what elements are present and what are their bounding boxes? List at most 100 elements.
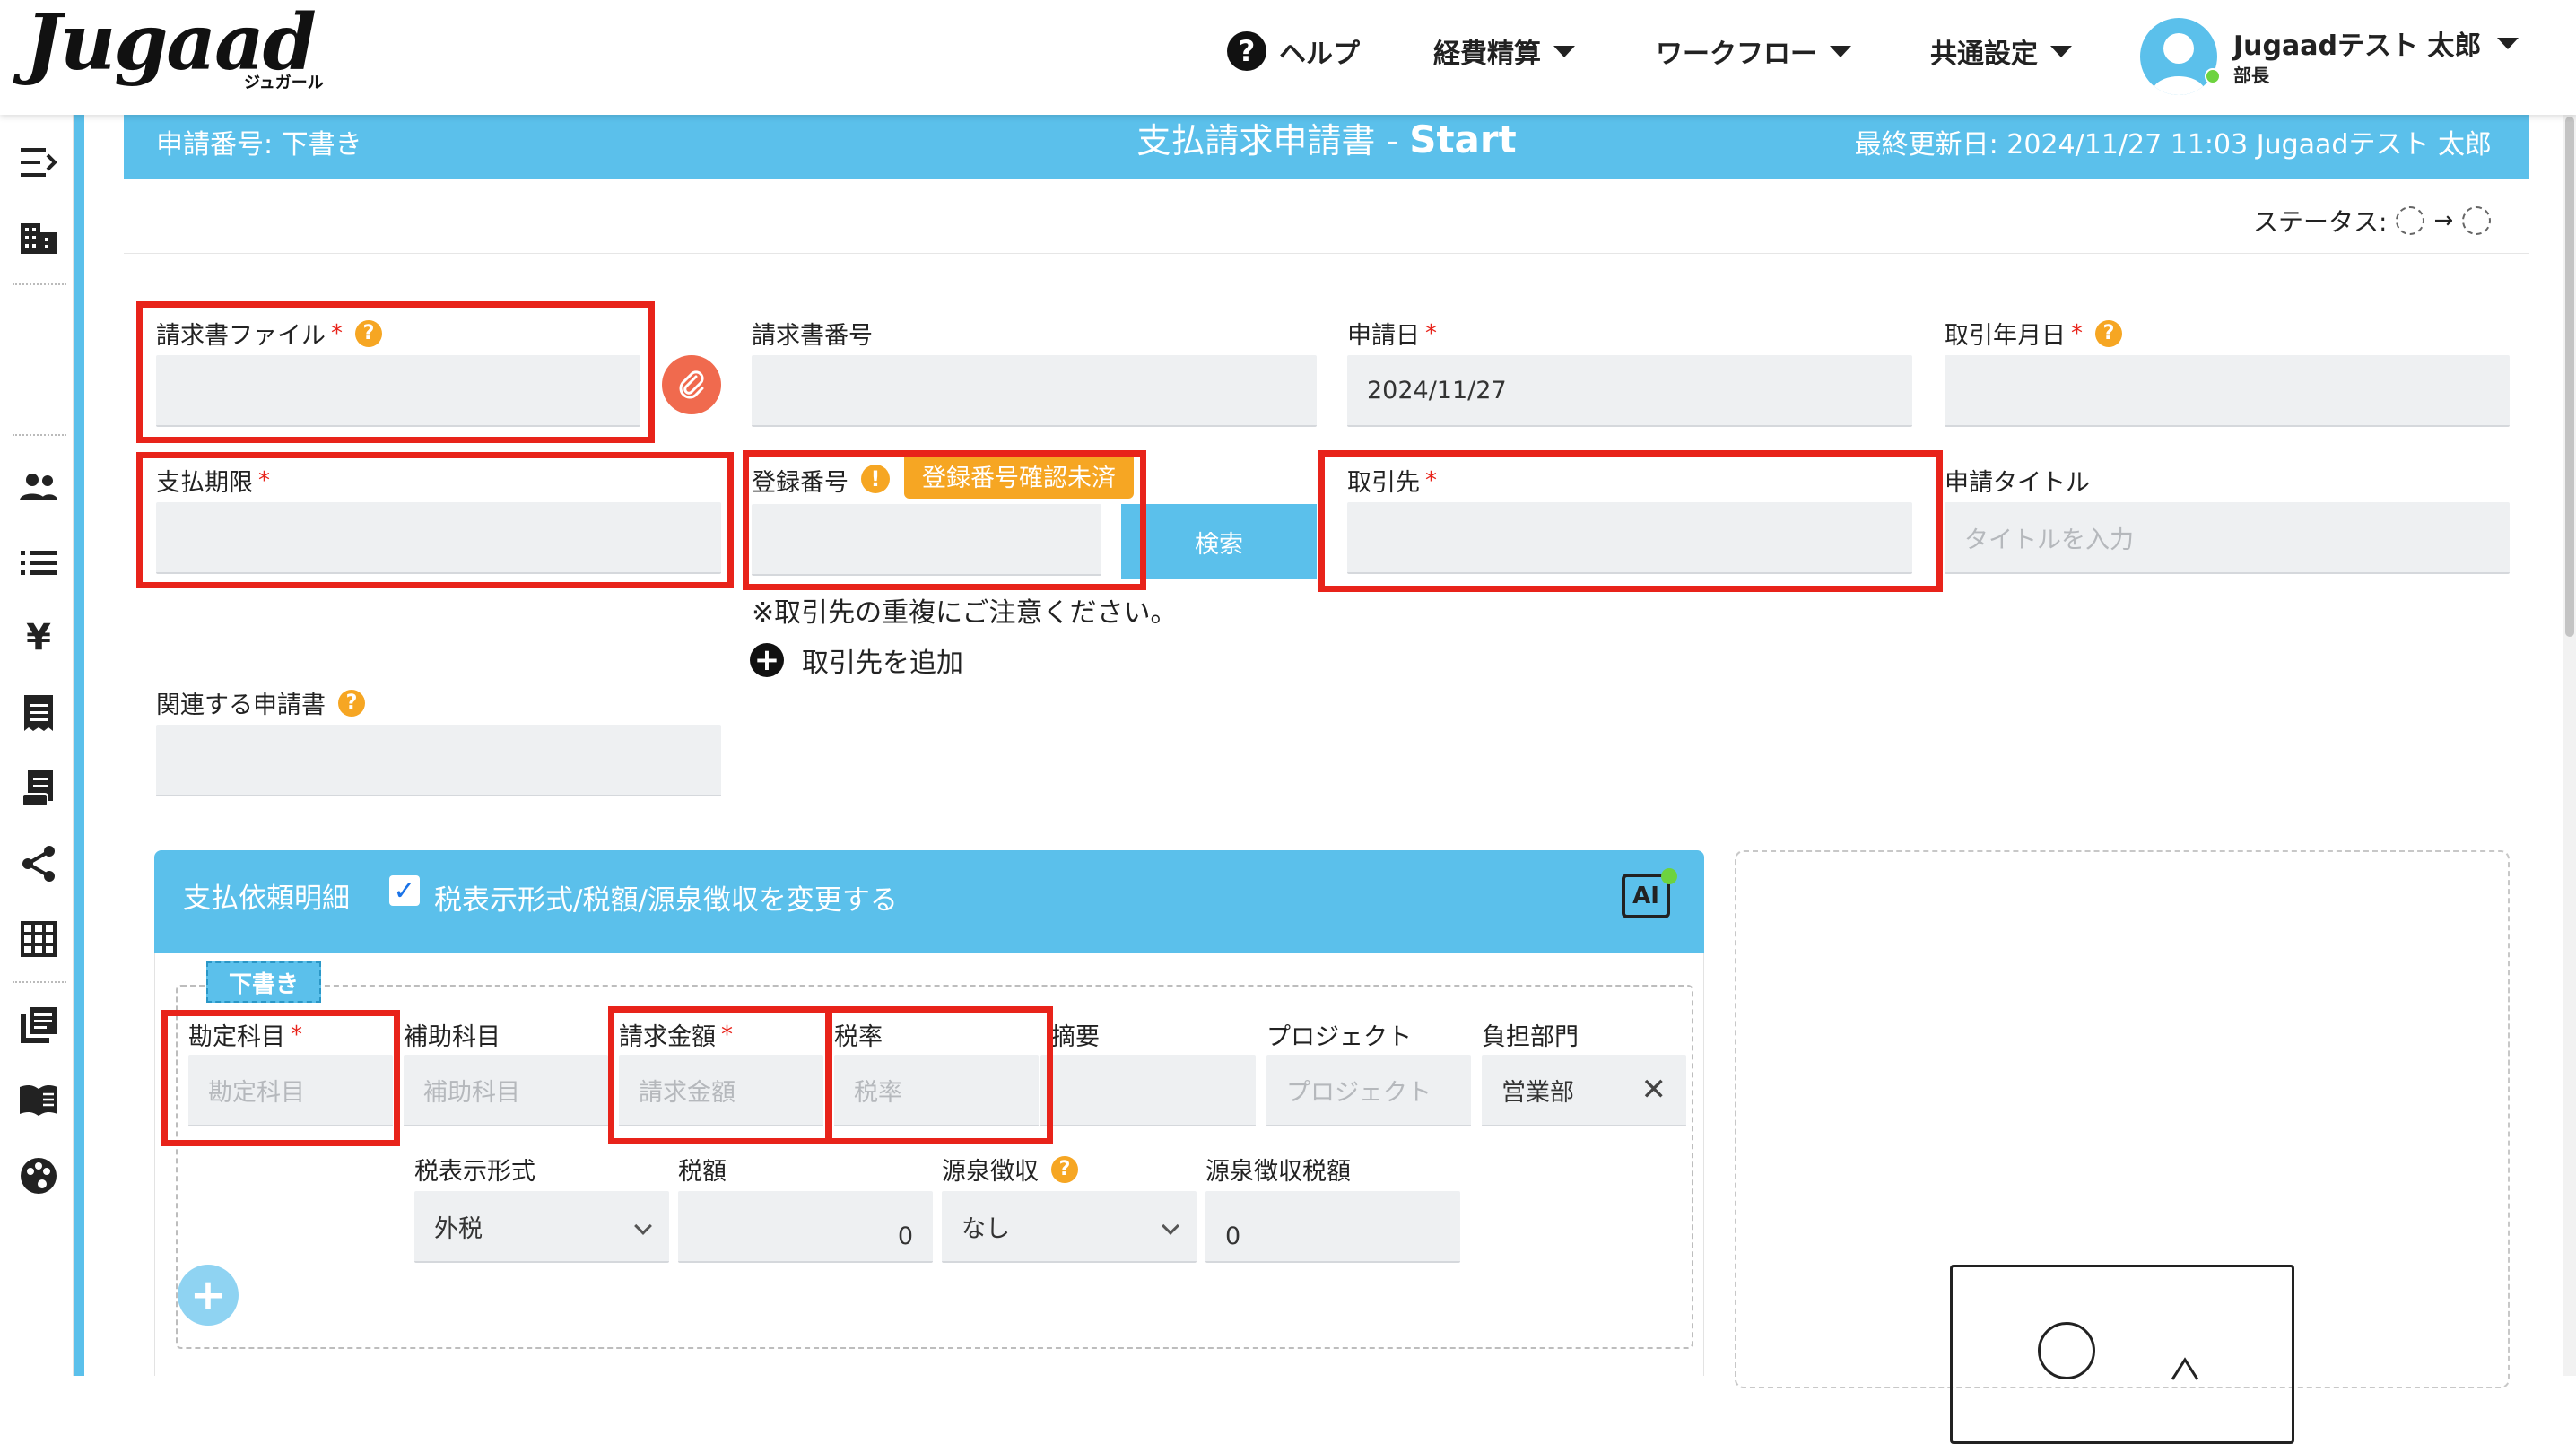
status-to-icon <box>2462 206 2492 235</box>
user-menu[interactable]: Jugaadテスト 太郎 <box>2233 23 2519 63</box>
yen-icon[interactable]: ¥ <box>16 615 61 660</box>
application-date-label-text: 申請日 <box>1347 322 1420 350</box>
receipt-icon[interactable] <box>16 691 61 735</box>
withholding-label: 源泉徴収 ? <box>942 1152 1078 1187</box>
app-logo-subtitle: ジュガール <box>244 74 324 92</box>
grid-icon[interactable] <box>16 917 61 961</box>
help-link[interactable]: ? ヘルプ <box>1227 30 1360 72</box>
help-icon: ? <box>1227 31 1266 71</box>
search-button[interactable]: 検索 <box>1121 504 1317 579</box>
book-icon[interactable] <box>16 1078 61 1123</box>
help-question-icon[interactable]: ? <box>338 689 365 717</box>
summary-input[interactable] <box>1040 1055 1256 1126</box>
paperclip-icon[interactable] <box>662 355 721 414</box>
help-question-icon[interactable]: ? <box>1051 1155 1078 1183</box>
department-input[interactable]: 営業部 ✕ <box>1482 1055 1686 1126</box>
required-mark: * <box>2071 319 2083 347</box>
user-silhouette-icon <box>2151 33 2206 95</box>
application-date-input[interactable]: 2024/11/27 <box>1347 355 1912 427</box>
chevron-down-icon <box>2050 45 2072 57</box>
invoice-number-input[interactable] <box>752 355 1317 427</box>
share-icon[interactable] <box>16 841 61 886</box>
highlight-box <box>608 1006 832 1144</box>
palette-icon[interactable] <box>16 1153 61 1198</box>
user-name: Jugaadテスト 太郎 <box>2233 30 2482 62</box>
add-vendor-link[interactable]: + 取引先を追加 <box>750 640 963 680</box>
add-vendor-label: 取引先を追加 <box>802 648 963 679</box>
payment-detail-title: 支払依頼明細 <box>183 883 350 915</box>
tax-display-select[interactable]: 外税 <box>414 1191 669 1263</box>
nav-workflow[interactable]: ワークフロー <box>1656 30 1851 72</box>
department-value: 営業部 <box>1501 1078 1574 1107</box>
ai-status-dot <box>1661 868 1677 884</box>
people-icon[interactable] <box>16 465 61 509</box>
nav-workflow-label: ワークフロー <box>1656 39 1817 70</box>
library-icon[interactable] <box>16 1003 61 1048</box>
withholding-amount-label: 源泉徴収税額 <box>1205 1158 1351 1186</box>
chevron-down-icon <box>634 1217 652 1235</box>
status-from-icon <box>2396 206 2425 235</box>
list-icon[interactable] <box>16 540 61 585</box>
withholding-amount-input[interactable]: 0 <box>1205 1191 1460 1263</box>
tax-change-checkbox-label[interactable]: 税表示形式/税額/源泉徴収を変更する <box>434 877 898 918</box>
highlight-box <box>136 301 655 443</box>
status-indicator: ステータス: → <box>2253 203 2492 239</box>
add-row-button[interactable]: + <box>178 1265 239 1326</box>
sub-account-placeholder: 補助科目 <box>423 1078 520 1107</box>
sidebar-divider <box>13 981 66 983</box>
image-placeholder-sun <box>2038 1322 2095 1379</box>
project-placeholder: プロジェクト <box>1286 1078 1432 1107</box>
summary-label: 摘要 <box>1051 1023 1100 1051</box>
help-label: ヘルプ <box>1279 39 1360 70</box>
payment-detail-header: 支払依頼明細 ✓ 税表示形式/税額/源泉徴収を変更する AI <box>154 850 1704 953</box>
building-icon[interactable] <box>16 215 61 260</box>
draft-tag: 下書き <box>206 961 321 1003</box>
online-status-dot <box>2205 68 2221 84</box>
collapse-menu-icon[interactable] <box>16 140 61 185</box>
related-applications-label: 関連する申請書 ? <box>156 685 365 720</box>
tax-amount-input[interactable]: 0 <box>678 1191 933 1263</box>
withholding-label-text: 源泉徴収 <box>942 1158 1039 1186</box>
invoice-icon[interactable] <box>16 766 61 811</box>
chevron-down-icon <box>1830 45 1851 57</box>
page-title-text: 支払請求申請書 - <box>1136 121 1399 161</box>
related-applications-input[interactable] <box>156 725 721 796</box>
divider <box>124 253 2529 254</box>
nav-expense[interactable]: 経費精算 <box>1433 30 1575 72</box>
image-placeholder-mountain <box>2171 1357 2199 1380</box>
top-header: Jugaad ジュガール ? ヘルプ 経費精算 ワークフロー 共通設定 Juga… <box>0 0 2576 115</box>
highlight-box <box>1318 450 1943 592</box>
project-input[interactable]: プロジェクト <box>1266 1055 1471 1126</box>
page-title-step: Start <box>1409 117 1517 161</box>
tax-display-label: 税表示形式 <box>414 1158 535 1186</box>
nav-settings[interactable]: 共通設定 <box>1930 30 2072 72</box>
invoice-number-label: 請求書番号 <box>752 322 873 350</box>
form-title-bar: 申請番号: 下書き 支払請求申請書 - Start 最終更新日: 2024/11… <box>124 104 2529 179</box>
sidebar-accent-bar <box>74 115 84 1376</box>
avatar[interactable] <box>2140 18 2217 95</box>
clear-icon[interactable]: ✕ <box>1641 1072 1667 1108</box>
highlight-box <box>743 450 1146 590</box>
highlight-box <box>161 1010 400 1146</box>
tax-display-value: 外税 <box>434 1214 483 1243</box>
withholding-select[interactable]: なし <box>942 1191 1197 1263</box>
request-title-label: 申請タイトル <box>1945 469 2090 497</box>
request-title-input[interactable]: タイトルを入力 <box>1945 502 2510 574</box>
highlight-box <box>136 452 734 588</box>
chevron-down-icon <box>1553 45 1575 57</box>
transaction-date-label: 取引年月日 * ? <box>1945 316 2122 351</box>
transaction-date-input[interactable] <box>1945 355 2510 427</box>
highlight-box <box>825 1006 1053 1144</box>
tax-change-checkbox[interactable]: ✓ <box>389 875 420 907</box>
department-label: 負担部門 <box>1482 1023 1579 1051</box>
application-date-label: 申請日 * <box>1347 316 1437 351</box>
nav-expense-label: 経費精算 <box>1433 39 1541 70</box>
request-title-placeholder: タイトルを入力 <box>1964 526 2134 554</box>
arrow-right-icon: → <box>2433 207 2454 234</box>
help-question-icon[interactable]: ? <box>2095 319 2122 347</box>
sub-account-label: 補助科目 <box>404 1023 500 1051</box>
last-updated: 最終更新日: 2024/11/27 11:03 Jugaadテスト 太郎 <box>1854 129 2492 161</box>
related-applications-label-text: 関連する申請書 <box>156 692 326 719</box>
scrollbar-thumb[interactable] <box>2565 117 2574 637</box>
sub-account-input[interactable]: 補助科目 <box>404 1055 608 1126</box>
